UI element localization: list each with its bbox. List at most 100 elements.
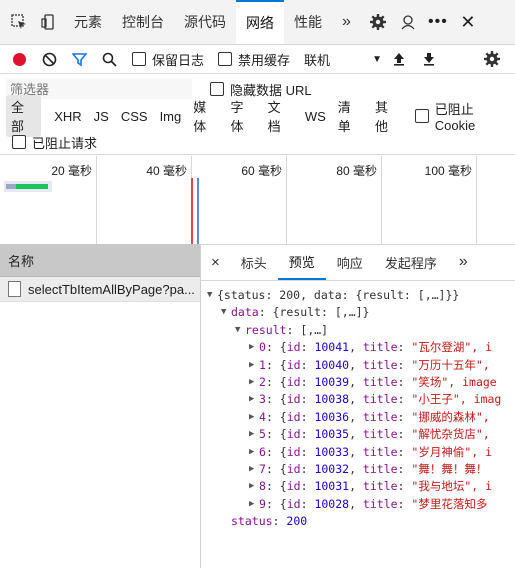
json-token: "岁月神偷", i xyxy=(411,444,493,459)
json-token: : xyxy=(300,409,315,424)
type-js[interactable]: JS xyxy=(89,107,114,126)
request-row[interactable]: selectTbItemAllByPage?pa... xyxy=(0,277,200,302)
settings-gear-icon[interactable] xyxy=(363,7,393,37)
preserve-log-box[interactable] xyxy=(132,52,146,66)
json-token: 6 xyxy=(259,444,266,459)
json-token: id xyxy=(286,392,301,407)
collapsed-triangle-icon[interactable]: ▶ xyxy=(249,478,259,495)
collapsed-triangle-icon[interactable]: ▶ xyxy=(249,461,259,478)
search-icon[interactable] xyxy=(94,44,124,74)
blocked-cookie-checkbox[interactable]: 已阻止 Cookie xyxy=(415,99,515,133)
json-result-item[interactable]: ▶ 4: {id: 10036, title: "挪威的森林", xyxy=(201,409,515,426)
json-token: 0 xyxy=(259,340,266,355)
json-result-item[interactable]: ▶ 0: {id: 10041, title: "瓦尔登湖", i xyxy=(201,339,515,356)
expanded-triangle-icon[interactable]: ▼ xyxy=(221,304,231,321)
type-ws[interactable]: WS xyxy=(300,107,331,126)
type-css[interactable]: CSS xyxy=(116,107,153,126)
json-result-item[interactable]: ▶ 1: {id: 10040, title: "万历十五年", xyxy=(201,357,515,374)
json-token: : { xyxy=(265,496,287,511)
more-options-icon[interactable]: ••• xyxy=(423,7,453,37)
json-token: : { xyxy=(265,392,287,407)
blocked-cookie-box[interactable] xyxy=(415,109,429,123)
json-token: : xyxy=(397,357,412,372)
json-token: title xyxy=(362,357,398,372)
json-token: title xyxy=(362,409,398,424)
blocked-requests-box[interactable] xyxy=(12,135,26,149)
name-column-header[interactable]: 名称 xyxy=(0,244,200,277)
json-status-node[interactable]: status: 200 xyxy=(201,513,515,530)
timeline-overview[interactable]: 20 毫秒 40 毫秒 60 毫秒 80 毫秒 100 毫秒 xyxy=(0,156,515,245)
more-tabs-icon[interactable]: » xyxy=(332,0,361,44)
tab-preview[interactable]: 预览 xyxy=(277,244,326,280)
network-toolbar: 保留日志 禁用缓存 联机 ▼ xyxy=(0,45,515,74)
json-token: status xyxy=(231,514,273,529)
json-token: "舞！舞！舞！ xyxy=(411,461,488,476)
json-result-node[interactable]: ▼ result: [,…] xyxy=(201,322,515,339)
json-token: 1 xyxy=(259,357,266,372)
tab-response[interactable]: 响应 xyxy=(326,244,374,280)
json-token: , xyxy=(349,409,363,424)
collapsed-triangle-icon[interactable]: ▶ xyxy=(249,374,259,391)
json-token: , xyxy=(349,479,363,494)
expanded-triangle-icon[interactable]: ▼ xyxy=(207,287,217,304)
preserve-log-checkbox[interactable]: 保留日志 xyxy=(132,50,204,69)
timeline-tick-label: 100 毫秒 xyxy=(424,164,472,178)
import-har-icon[interactable] xyxy=(384,44,414,74)
inspect-element-icon[interactable] xyxy=(4,7,34,37)
json-token: : { xyxy=(265,479,287,494)
json-token: : xyxy=(272,514,287,529)
request-list: 名称 selectTbItemAllByPage?pa... xyxy=(0,244,201,568)
network-settings-gear-icon[interactable] xyxy=(477,44,507,74)
collapsed-triangle-icon[interactable]: ▶ xyxy=(249,426,259,443)
close-details-icon[interactable]: × xyxy=(201,244,230,280)
tab-elements[interactable]: 元素 xyxy=(64,0,112,44)
json-token: id xyxy=(286,479,301,494)
blocked-requests-checkbox[interactable]: 已阻止请求 xyxy=(12,133,97,152)
json-result-item[interactable]: ▶ 6: {id: 10033, title: "岁月神偷", i xyxy=(201,444,515,461)
json-result-item[interactable]: ▶ 5: {id: 10035, title: "解忧杂货店", xyxy=(201,426,515,443)
collapsed-triangle-icon[interactable]: ▶ xyxy=(249,444,259,461)
record-icon[interactable] xyxy=(4,44,34,74)
close-icon[interactable]: ✕ xyxy=(453,7,483,37)
json-root-node[interactable]: ▼ {status: 200, data: {result: [,…]}} xyxy=(201,287,515,304)
tab-network[interactable]: 网络 xyxy=(236,0,284,44)
export-har-icon[interactable] xyxy=(414,44,444,74)
collapsed-triangle-icon[interactable]: ▶ xyxy=(249,357,259,374)
throttling-select[interactable]: 联机 ▼ xyxy=(304,50,382,69)
tab-sources[interactable]: 源代码 xyxy=(174,0,236,44)
collapsed-triangle-icon[interactable]: ▶ xyxy=(249,391,259,408)
json-token: : xyxy=(397,496,412,511)
load-event-line xyxy=(197,178,199,244)
filter-icon[interactable] xyxy=(64,44,94,74)
tab-initiator[interactable]: 发起程序 xyxy=(374,244,448,280)
json-token: result xyxy=(245,322,287,337)
disable-cache-box[interactable] xyxy=(218,52,233,66)
json-result-item[interactable]: ▶ 2: {id: 10039, title: "笑场", image xyxy=(201,374,515,391)
json-result-item[interactable]: ▶ 7: {id: 10032, title: "舞！舞！舞！ xyxy=(201,461,515,478)
collapsed-triangle-icon[interactable]: ▶ xyxy=(249,339,259,356)
disable-cache-checkbox[interactable]: 禁用缓存 xyxy=(218,50,290,69)
type-xhr[interactable]: XHR xyxy=(49,107,86,126)
type-img[interactable]: Img xyxy=(155,107,187,126)
tab-headers[interactable]: 标头 xyxy=(230,244,278,280)
clear-icon[interactable] xyxy=(34,44,64,74)
json-result-item[interactable]: ▶ 3: {id: 10038, title: "小王子", imag xyxy=(201,391,515,408)
expanded-triangle-icon[interactable]: ▼ xyxy=(235,322,245,339)
tab-performance[interactable]: 性能 xyxy=(284,0,332,44)
feedback-icon[interactable] xyxy=(393,7,423,37)
timeline-tick-label: 60 毫秒 xyxy=(241,164,282,178)
hide-data-urls-box[interactable] xyxy=(210,82,224,96)
more-subtabs-icon[interactable]: » xyxy=(448,244,479,280)
json-token: : xyxy=(397,409,412,424)
blocked-requests-row: 已阻止请求 xyxy=(0,130,515,155)
tab-console[interactable]: 控制台 xyxy=(112,0,174,44)
json-data-node[interactable]: ▼ data: {result: [,…]} xyxy=(201,304,515,321)
json-result-item[interactable]: ▶ 9: {id: 10028, title: "梦里花落知多 xyxy=(201,496,515,513)
json-token: title xyxy=(362,427,398,442)
json-token: : xyxy=(300,340,315,355)
collapsed-triangle-icon[interactable]: ▶ xyxy=(249,409,259,426)
device-toolbar-icon[interactable] xyxy=(34,7,64,37)
json-token: : { xyxy=(265,461,287,476)
json-result-item[interactable]: ▶ 8: {id: 10031, title: "我与地坛", i xyxy=(201,478,515,495)
collapsed-triangle-icon[interactable]: ▶ xyxy=(249,496,259,513)
